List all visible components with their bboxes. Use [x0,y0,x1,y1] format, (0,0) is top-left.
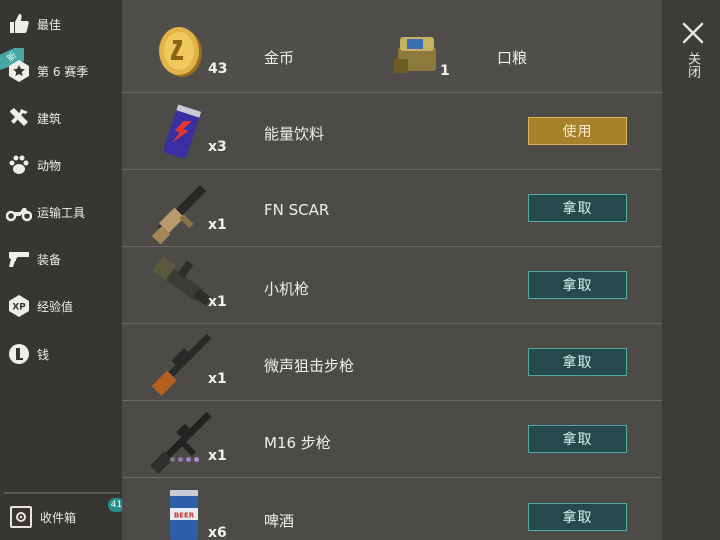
item-name: FN SCAR [264,201,330,219]
sidebar-item-best[interactable]: 最佳 [6,4,120,44]
svg-text:XP: XP [12,303,26,313]
motorcycle-icon [6,199,32,225]
paw-icon [6,152,32,178]
gold-coin-icon [159,27,202,77]
item-name: M16 步枪 [264,434,331,452]
sidebar-item-xp[interactable]: XP 经验值 [6,286,120,326]
beer-can-icon: BEER [170,490,198,540]
silenced-sniper-rifle-icon [151,333,212,396]
sidebar-item-label: 经验值 [37,299,74,314]
take-button[interactable]: 拿取 [528,271,627,299]
sidebar-item-label: 第 6 赛季 [37,64,89,79]
take-button[interactable]: 拿取 [528,348,627,376]
sidebar-item-season[interactable]: 第 6 赛季 [6,51,120,91]
close-icon[interactable] [682,22,704,44]
reward-row: x1 FN SCAR 拿取 [122,170,662,247]
ration-box-icon [394,37,436,73]
currency-row: 43 金币 1 口粮 [122,0,662,93]
item-name: 啤酒 [264,512,295,530]
sidebar-item-label: 动物 [37,158,62,173]
sidebar: 最佳 新 第 6 赛季 建筑 动物 运输工具 装备 XP 经验值 钱 收件箱 4… [0,0,125,540]
take-button[interactable]: 拿取 [528,503,627,531]
sidebar-item-money[interactable]: 钱 [6,334,120,374]
xp-icon: XP [6,293,32,319]
reward-row: x1 M16 步枪 拿取 [122,401,662,478]
close-button-label[interactable]: 关闭 [684,52,700,78]
sidebar-item-label: 最佳 [37,17,62,32]
item-name: 能量饮料 [264,125,325,143]
use-button[interactable]: 使用 [528,117,627,145]
item-name: 微声狙击步枪 [264,357,355,375]
reward-row: x3 能量饮料 使用 [122,93,662,170]
inbox-icon [10,506,32,528]
reward-row: x1 小机枪 拿取 [122,247,662,324]
m16-rifle-icon [150,411,212,474]
sidebar-item-animals[interactable]: 动物 [6,145,120,185]
item-quantity: x6 [208,525,227,540]
ration-quantity: 1 [440,63,450,79]
skin-dots [170,457,199,462]
sidebar-item-label: 装备 [37,252,62,267]
ration-name: 口粮 [497,49,528,67]
fn-scar-rifle-icon [151,184,207,244]
sidebar-item-label: 运输工具 [37,205,86,220]
coin-name: 金币 [264,49,295,67]
tools-icon [6,105,32,131]
star-badge-icon [6,58,32,84]
coin-icon [6,341,32,367]
item-quantity: x1 [208,448,227,464]
item-quantity: x1 [208,217,227,233]
thumbs-up-icon [6,11,32,37]
item-name: 小机枪 [264,280,310,298]
inbox-button[interactable]: 收件箱 41 [4,492,125,540]
coin-quantity: 43 [208,61,228,77]
sidebar-item-equipment[interactable]: 装备 [6,239,120,279]
sidebar-item-building[interactable]: 建筑 [6,98,120,138]
sidebar-item-label: 钱 [37,347,50,362]
reward-list: 43 金币 1 口粮 x3 能量饮料 使用 x1 FN SCAR 拿取 x1 小… [122,0,662,540]
item-quantity: x3 [208,139,227,155]
inbox-label: 收件箱 [40,510,77,525]
reward-row: x1 微声狙击步枪 拿取 [122,324,662,401]
item-quantity: x1 [208,294,227,310]
gun-icon [6,246,32,272]
energy-drink-icon [163,104,202,159]
take-button[interactable]: 拿取 [528,194,627,222]
sidebar-item-vehicles[interactable]: 运输工具 [6,192,120,232]
take-button[interactable]: 拿取 [528,425,627,453]
close-panel: 关闭 [662,0,720,540]
sidebar-item-label: 建筑 [37,111,62,126]
item-quantity: x1 [208,371,227,387]
reward-row: BEER x6 啤酒 拿取 [122,478,662,540]
svg-text:BEER: BEER [174,512,195,520]
